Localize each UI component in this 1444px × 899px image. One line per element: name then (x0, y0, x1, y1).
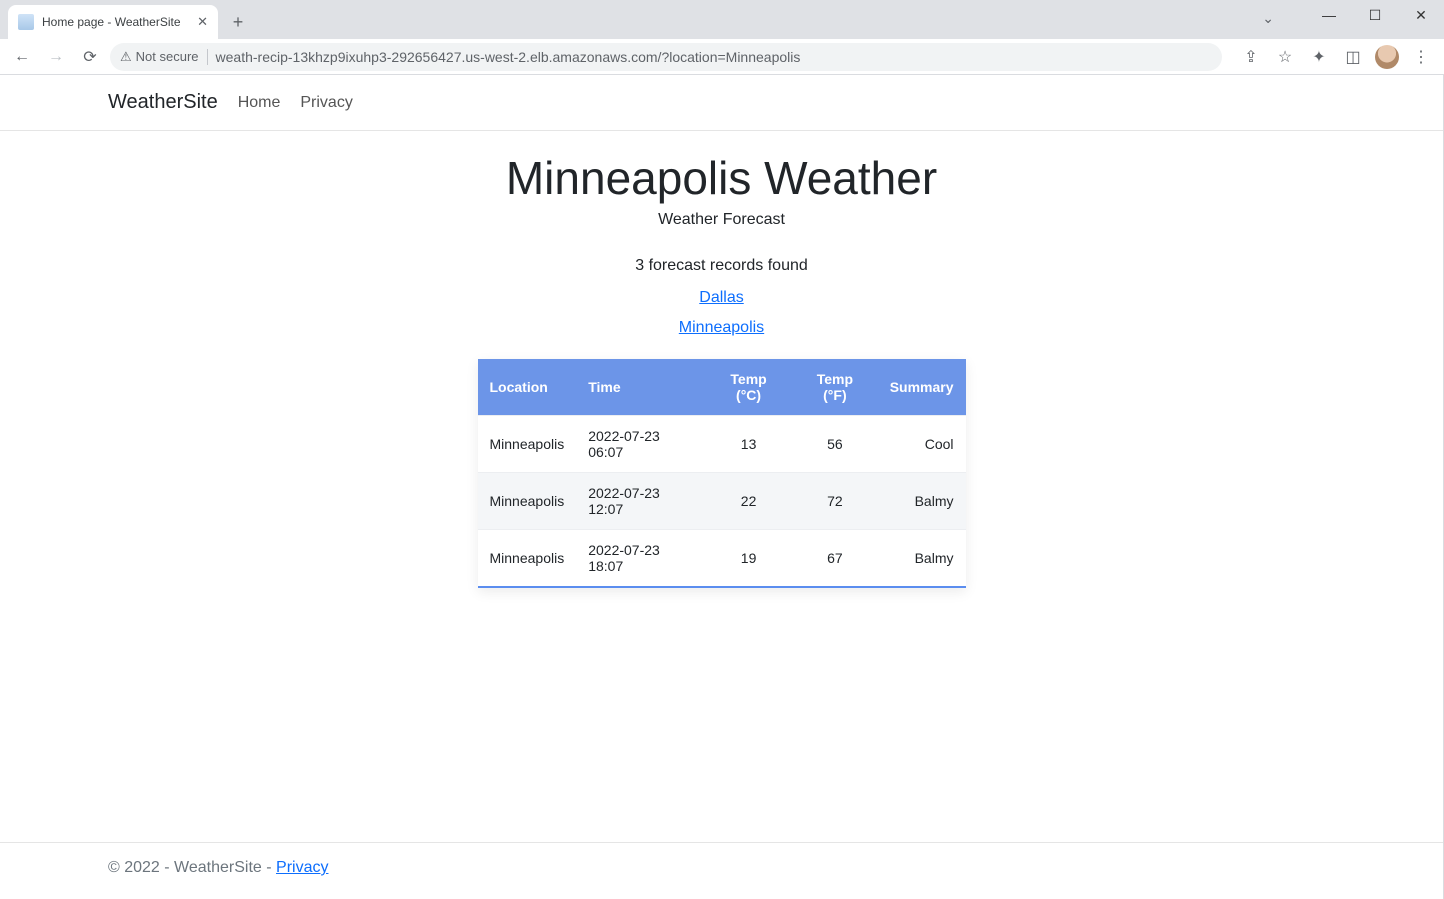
location-link-dallas[interactable]: Dallas (0, 289, 1443, 307)
cell-temp-c: 19 (705, 530, 792, 587)
favicon-icon (18, 14, 34, 30)
col-location: Location (478, 359, 577, 416)
menu-icon[interactable]: ⋮ (1406, 43, 1436, 71)
window-minimize-button[interactable]: — (1306, 0, 1352, 30)
nav-privacy[interactable]: Privacy (300, 94, 352, 112)
table-row: Minneapolis 2022-07-23 12:07 22 72 Balmy (478, 473, 966, 530)
browser-toolbar: ← → ⟳ ⚠ Not secure weath-recip-13khzp9ix… (0, 39, 1444, 75)
separator (207, 49, 208, 65)
table-header-row: Location Time Temp (°C) Temp (°F) Summar… (478, 359, 966, 416)
cell-temp-c: 13 (705, 416, 792, 473)
cell-temp-f: 72 (792, 473, 878, 530)
cell-temp-c: 22 (705, 473, 792, 530)
profile-avatar[interactable] (1372, 43, 1402, 71)
table-row: Minneapolis 2022-07-23 18:07 19 67 Balmy (478, 530, 966, 587)
cell-summary: Balmy (878, 473, 966, 530)
window-close-button[interactable]: ✕ (1398, 0, 1444, 30)
url-text: weath-recip-13khzp9ixuhp3-292656427.us-w… (216, 49, 801, 65)
security-label: Not secure (136, 49, 199, 64)
tabs-dropdown-icon[interactable]: ⌄ (1262, 10, 1274, 27)
table-row: Minneapolis 2022-07-23 06:07 13 56 Cool (478, 416, 966, 473)
cell-location: Minneapolis (478, 473, 577, 530)
footer-copyright: © 2022 - WeatherSite - (108, 859, 276, 876)
forecast-table: Location Time Temp (°C) Temp (°F) Summar… (478, 359, 966, 588)
page-title: Minneapolis Weather (0, 151, 1443, 205)
cell-time: 2022-07-23 18:07 (576, 530, 705, 587)
site-navbar: WeatherSite Home Privacy (0, 75, 1443, 131)
nav-home[interactable]: Home (238, 94, 281, 112)
cell-summary: Cool (878, 416, 966, 473)
share-icon[interactable]: ⇪ (1236, 43, 1266, 71)
address-bar[interactable]: ⚠ Not secure weath-recip-13khzp9ixuhp3-2… (110, 43, 1222, 71)
cell-time: 2022-07-23 12:07 (576, 473, 705, 530)
cell-temp-f: 56 (792, 416, 878, 473)
browser-titlebar: Home page - WeatherSite ✕ + ⌄ — ☐ ✕ (0, 0, 1444, 39)
main-content: Minneapolis Weather Weather Forecast 3 f… (0, 131, 1443, 588)
avatar-icon (1375, 45, 1399, 69)
browser-tab[interactable]: Home page - WeatherSite ✕ (8, 5, 218, 39)
cell-time: 2022-07-23 06:07 (576, 416, 705, 473)
page-subtitle: Weather Forecast (0, 211, 1443, 229)
site-footer: © 2022 - WeatherSite - Privacy (0, 842, 1443, 899)
cell-location: Minneapolis (478, 416, 577, 473)
cell-temp-f: 67 (792, 530, 878, 587)
new-tab-button[interactable]: + (224, 8, 252, 36)
security-indicator[interactable]: ⚠ Not secure (120, 49, 199, 65)
warning-icon: ⚠ (120, 49, 132, 65)
page-viewport: WeatherSite Home Privacy Minneapolis Wea… (0, 75, 1444, 899)
tab-close-icon[interactable]: ✕ (197, 14, 208, 30)
sidepanel-icon[interactable]: ◫ (1338, 43, 1368, 71)
brand[interactable]: WeatherSite (108, 91, 218, 114)
col-time: Time (576, 359, 705, 416)
extensions-icon[interactable]: ✦ (1304, 43, 1334, 71)
forward-button: → (42, 43, 70, 71)
window-maximize-button[interactable]: ☐ (1352, 0, 1398, 30)
reload-button[interactable]: ⟳ (76, 43, 104, 71)
location-link-minneapolis[interactable]: Minneapolis (0, 319, 1443, 337)
back-button[interactable]: ← (8, 43, 36, 71)
tab-title: Home page - WeatherSite (42, 15, 181, 29)
records-found: 3 forecast records found (0, 257, 1443, 275)
footer-privacy-link[interactable]: Privacy (276, 859, 328, 876)
bookmark-icon[interactable]: ☆ (1270, 43, 1300, 71)
cell-summary: Balmy (878, 530, 966, 587)
cell-location: Minneapolis (478, 530, 577, 587)
col-temp-c: Temp (°C) (705, 359, 792, 416)
col-summary: Summary (878, 359, 966, 416)
col-temp-f: Temp (°F) (792, 359, 878, 416)
